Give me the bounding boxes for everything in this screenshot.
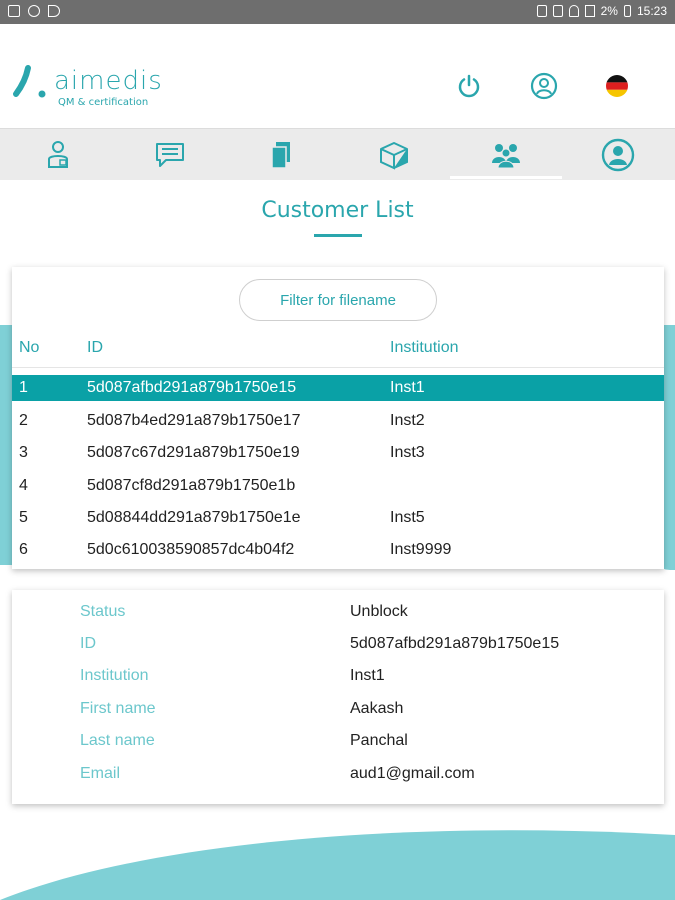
tab-messages[interactable] <box>114 129 226 181</box>
app-header: aimedis QM & certification <box>0 24 675 128</box>
table-row[interactable]: 6 5d0c610038590857dc4b04f2 Inst9999 <box>12 537 664 563</box>
row-no: 1 <box>19 379 28 396</box>
aimedis-logo: aimedis QM & certification <box>10 64 170 114</box>
language-button[interactable] <box>602 71 632 101</box>
brand-name: aimedis <box>54 66 163 96</box>
header-divider <box>12 367 664 368</box>
table-row[interactable]: 4 5d087cf8d291a879b1750e1b <box>12 473 664 499</box>
row-no: 4 <box>19 477 28 494</box>
chat-icon <box>156 143 184 167</box>
status-value: Unblock <box>350 603 408 620</box>
gallery-icon <box>8 5 20 17</box>
table-row[interactable]: 3 5d087c67d291a879b1750e19 Inst3 <box>12 440 664 466</box>
row-id: 5d0c610038590857dc4b04f2 <box>87 541 295 558</box>
table-row[interactable]: 5 5d08844dd291a879b1750e1e Inst5 <box>12 505 664 531</box>
tab-archive[interactable] <box>338 129 450 181</box>
system-tray: 2% 15:23 <box>536 4 667 18</box>
table-row[interactable]: 1 5d087afbd291a879b1750e15 Inst1 <box>12 375 664 401</box>
row-id: 5d087b4ed291a879b1750e17 <box>87 412 301 429</box>
id-label: ID <box>80 635 96 652</box>
tab-doctor[interactable] <box>2 129 114 181</box>
power-button[interactable] <box>454 71 484 101</box>
institution-label: Institution <box>80 667 149 684</box>
row-institution: Inst1 <box>390 379 425 396</box>
status-bar: 2% 15:23 <box>0 0 675 24</box>
signal-icon <box>584 5 595 17</box>
power-icon <box>458 74 480 98</box>
tab-profile[interactable] <box>562 129 674 181</box>
title-underline <box>314 234 362 237</box>
row-no: 2 <box>19 412 28 429</box>
first-name-value: Aakash <box>350 700 404 717</box>
tab-bar <box>0 128 675 180</box>
row-id: 5d087c67d291a879b1750e19 <box>87 444 300 461</box>
tab-customers[interactable] <box>450 129 562 181</box>
wifi-icon <box>568 5 579 17</box>
customer-details-card: Status Unblock ID 5d087afbd291a879b1750e… <box>12 590 664 804</box>
german-flag-icon <box>606 75 628 97</box>
logo-mark-icon <box>13 65 46 98</box>
battery-percent: 2% <box>600 4 618 18</box>
row-no: 6 <box>19 541 28 558</box>
column-header-institution: Institution <box>390 339 459 356</box>
row-institution: Inst5 <box>390 509 425 526</box>
tab-documents[interactable] <box>226 129 338 181</box>
table-row[interactable]: 2 5d087b4ed291a879b1750e17 Inst2 <box>12 408 664 434</box>
row-no: 5 <box>19 509 28 526</box>
filter-button[interactable]: Filter for filename <box>239 279 437 321</box>
account-button[interactable] <box>529 71 559 101</box>
brand-tagline: QM & certification <box>58 97 149 108</box>
row-institution: Inst3 <box>390 444 425 461</box>
page-title: Customer List <box>261 198 414 223</box>
customer-list-card: Filter for filename No ID Institution 1 … <box>12 267 664 569</box>
last-name-value: Panchal <box>350 732 408 749</box>
battery-icon <box>623 5 631 17</box>
last-name-label: Last name <box>80 732 155 749</box>
background-wave <box>0 830 675 900</box>
email-label: Email <box>80 765 121 782</box>
user-circle-icon <box>530 72 558 100</box>
documents-icon <box>271 142 290 169</box>
status-label: Status <box>80 603 126 620</box>
row-id: 5d08844dd291a879b1750e1e <box>87 509 301 526</box>
user-circle-icon <box>601 138 635 172</box>
email-value: aud1@gmail.com <box>350 765 475 782</box>
row-no: 3 <box>19 444 28 461</box>
column-header-no: No <box>19 339 40 356</box>
column-header-id: ID <box>87 339 103 356</box>
doctor-icon <box>48 141 68 168</box>
box-icon <box>380 142 408 170</box>
group-icon <box>492 144 520 169</box>
notification-icons <box>8 5 60 17</box>
row-institution: Inst9999 <box>390 541 452 558</box>
row-institution: Inst2 <box>390 412 425 429</box>
row-id: 5d087afbd291a879b1750e15 <box>87 379 297 396</box>
first-name-label: First name <box>80 700 156 717</box>
download-icon <box>28 5 40 17</box>
id-value: 5d087afbd291a879b1750e15 <box>350 635 560 652</box>
institution-value: Inst1 <box>350 667 385 684</box>
play-store-icon <box>48 5 60 17</box>
mute-icon <box>536 5 547 17</box>
row-id: 5d087cf8d291a879b1750e1b <box>87 477 296 494</box>
clock: 15:23 <box>636 4 667 18</box>
nfc-icon <box>552 5 563 17</box>
